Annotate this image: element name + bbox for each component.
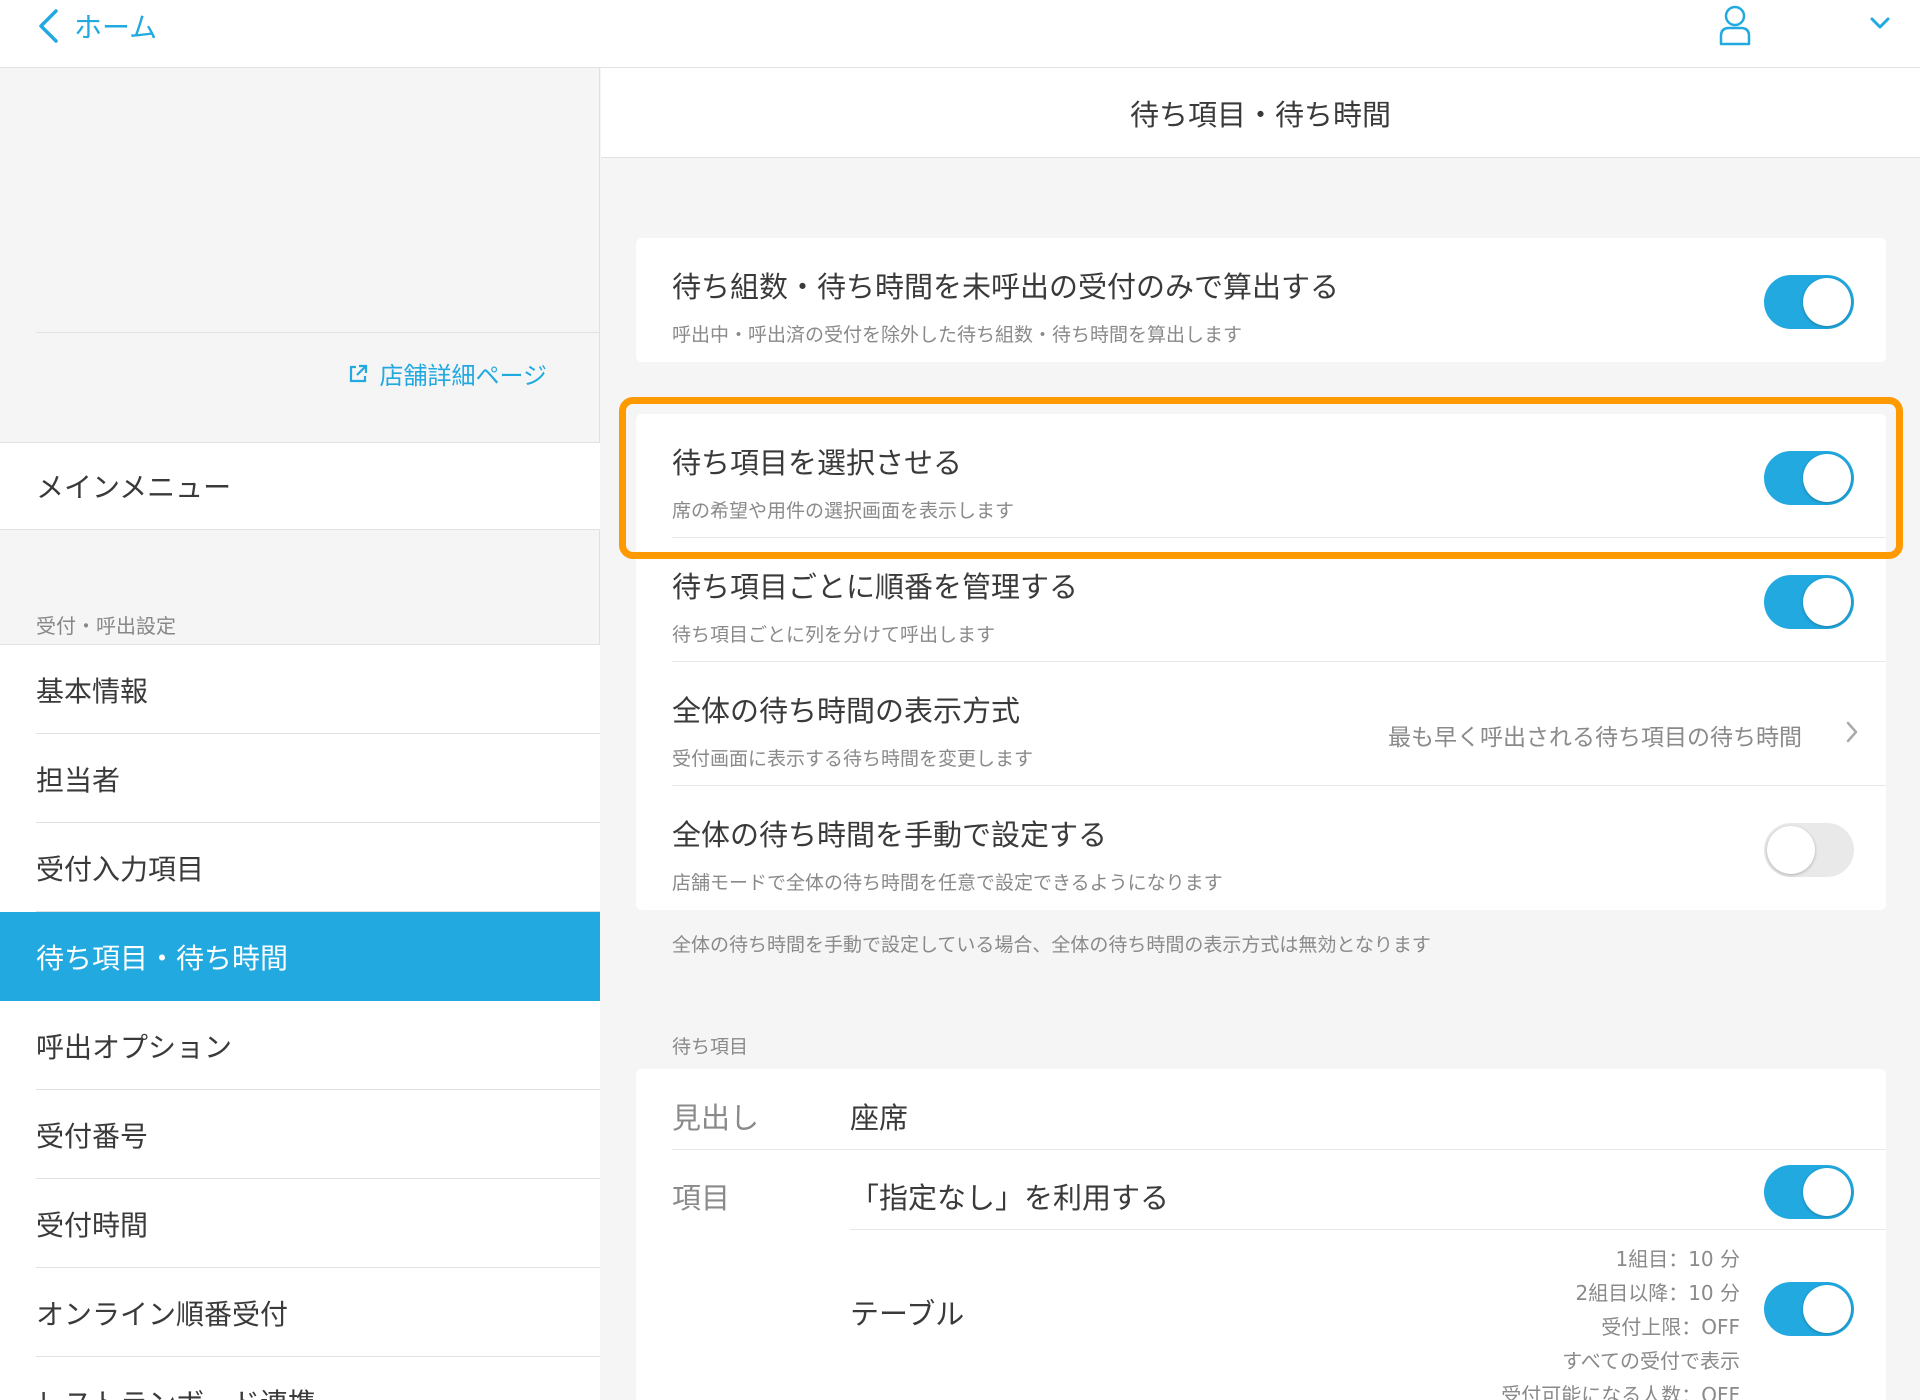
setting-row-select-wait-item: 待ち項目を選択させる 席の希望や用件の選択画面を表示します — [672, 414, 1886, 538]
items-label: 項目 — [672, 1181, 731, 1215]
sidebar-divider — [36, 332, 600, 333]
heading-value[interactable]: 座席 — [850, 1095, 908, 1137]
toggle-table-item[interactable] — [1764, 1282, 1854, 1336]
sidebar-item-reception-hours[interactable]: 受付時間 — [0, 1179, 600, 1268]
toggle-select-wait-item[interactable] — [1764, 451, 1854, 505]
main-content: 待ち項目・待ち時間 待ち組数・待ち時間を未呼出の受付のみで算出する 呼出中・呼出… — [601, 68, 1920, 1400]
main-menu-item[interactable]: メインメニュー — [0, 442, 600, 530]
setting-title: 全体の待ち時間の表示方式 — [672, 694, 1021, 728]
toggle-queue-per-item[interactable] — [1764, 575, 1854, 629]
setting-subtitle: 受付画面に表示する待ち時間を変更します — [672, 748, 1034, 770]
sidebar-item-staff[interactable]: 担当者 — [0, 734, 600, 823]
store-detail-label: 店舗詳細ページ — [379, 362, 547, 390]
sidebar-item-input-fields[interactable]: 受付入力項目 — [0, 823, 600, 912]
display-mode-value: 最も早く呼出される待ち項目の待ち時間 — [1388, 725, 1802, 751]
toggle-uncalled-only[interactable] — [1764, 275, 1854, 329]
none-option-label: 「指定なし」を利用する — [850, 1181, 1170, 1215]
setting-row-display-mode[interactable]: 全体の待ち時間の表示方式 受付画面に表示する待ち時間を変更します 最も早く呼出さ… — [672, 662, 1886, 786]
chevron-down-icon[interactable] — [1866, 12, 1894, 34]
setting-title: 待ち組数・待ち時間を未呼出の受付のみで算出する — [672, 270, 1340, 304]
sidebar-item-wait-settings[interactable]: 待ち項目・待ち時間 — [0, 912, 600, 1001]
setting-title: 待ち項目ごとに順番を管理する — [672, 570, 1079, 604]
toggle-none-option[interactable] — [1764, 1165, 1854, 1219]
setting-subtitle: 店舗モードで全体の待ち時間を任意で設定できるようになります — [672, 872, 1223, 894]
toggle-manual-wait[interactable] — [1764, 823, 1854, 877]
sidebar: 店舗詳細ページ メインメニュー 受付・呼出設定 基本情報 担当者 受付入力項目 … — [0, 68, 600, 1400]
sidebar-item-restaurant-board[interactable]: レストランボード連携 — [0, 1357, 600, 1400]
store-detail-link[interactable]: 店舗詳細ページ — [347, 356, 547, 391]
external-link-icon — [350, 364, 368, 382]
setting-subtitle: 呼出中・呼出済の受付を除外した待ち組数・待ち時間を算出します — [672, 324, 1243, 346]
page-title: 待ち項目・待ち時間 — [601, 68, 1920, 158]
sidebar-nav: 基本情報 担当者 受付入力項目 待ち項目・待ち時間 呼出オプション 受付番号 受… — [0, 644, 600, 1400]
chevron-left-icon — [39, 9, 58, 43]
wait-item-table[interactable]: テーブル — [850, 1291, 964, 1333]
setting-title: 待ち項目を選択させる — [672, 446, 963, 480]
sidebar-item-online-queue[interactable]: オンライン順番受付 — [0, 1268, 600, 1357]
setting-subtitle: 待ち項目ごとに列を分けて呼出します — [672, 624, 996, 646]
table-detail-capacity: 受付可能になる人数：OFF — [1501, 1383, 1740, 1400]
display-mode-note: 全体の待ち時間を手動で設定している場合、全体の待ち時間の表示方式は無効となります — [672, 934, 1431, 956]
back-label: ホーム — [74, 11, 158, 44]
table-detail-limit: 受付上限：OFF — [1601, 1315, 1740, 1339]
wait-items-card: 見出し 座席 項目 「指定なし」を利用する 1組目：10 分 2組目以降：10 … — [636, 1069, 1886, 1400]
sidebar-item-basic-info[interactable]: 基本情報 — [0, 645, 600, 734]
top-bar: ホーム — [0, 0, 1920, 68]
sidebar-item-reception-number[interactable]: 受付番号 — [0, 1090, 600, 1179]
sidebar-item-call-options[interactable]: 呼出オプション — [0, 1001, 600, 1090]
table-detail-display: すべての受付で表示 — [1562, 1349, 1740, 1373]
setting-subtitle: 席の希望や用件の選択画面を表示します — [672, 500, 1015, 522]
setting-row-manual-wait: 全体の待ち時間を手動で設定する 店舗モードで全体の待ち時間を任意で設定できるよう… — [672, 786, 1886, 910]
wait-items-section-title: 待ち項目 — [672, 1036, 749, 1058]
back-button[interactable]: ホーム — [36, 4, 157, 48]
table-detail-first: 1組目：10 分 — [1615, 1247, 1740, 1271]
setting-row-uncalled-only: 待ち組数・待ち時間を未呼出の受付のみで算出する 呼出中・呼出済の受付を除外した待… — [672, 238, 1886, 362]
user-icon[interactable] — [1718, 4, 1752, 46]
chevron-right-icon — [1846, 721, 1858, 743]
settings-card-2: 待ち項目を選択させる 席の希望や用件の選択画面を表示します 待ち項目ごとに順番を… — [636, 414, 1886, 910]
settings-card-1: 待ち組数・待ち時間を未呼出の受付のみで算出する 呼出中・呼出済の受付を除外した待… — [636, 238, 1886, 362]
setting-title: 全体の待ち時間を手動で設定する — [672, 818, 1108, 852]
heading-label: 見出し — [672, 1101, 760, 1135]
table-detail-after: 2組目以降：10 分 — [1575, 1281, 1740, 1305]
setting-row-queue-per-item: 待ち項目ごとに順番を管理する 待ち項目ごとに列を分けて呼出します — [672, 538, 1886, 662]
sidebar-section-title: 受付・呼出設定 — [36, 614, 176, 638]
